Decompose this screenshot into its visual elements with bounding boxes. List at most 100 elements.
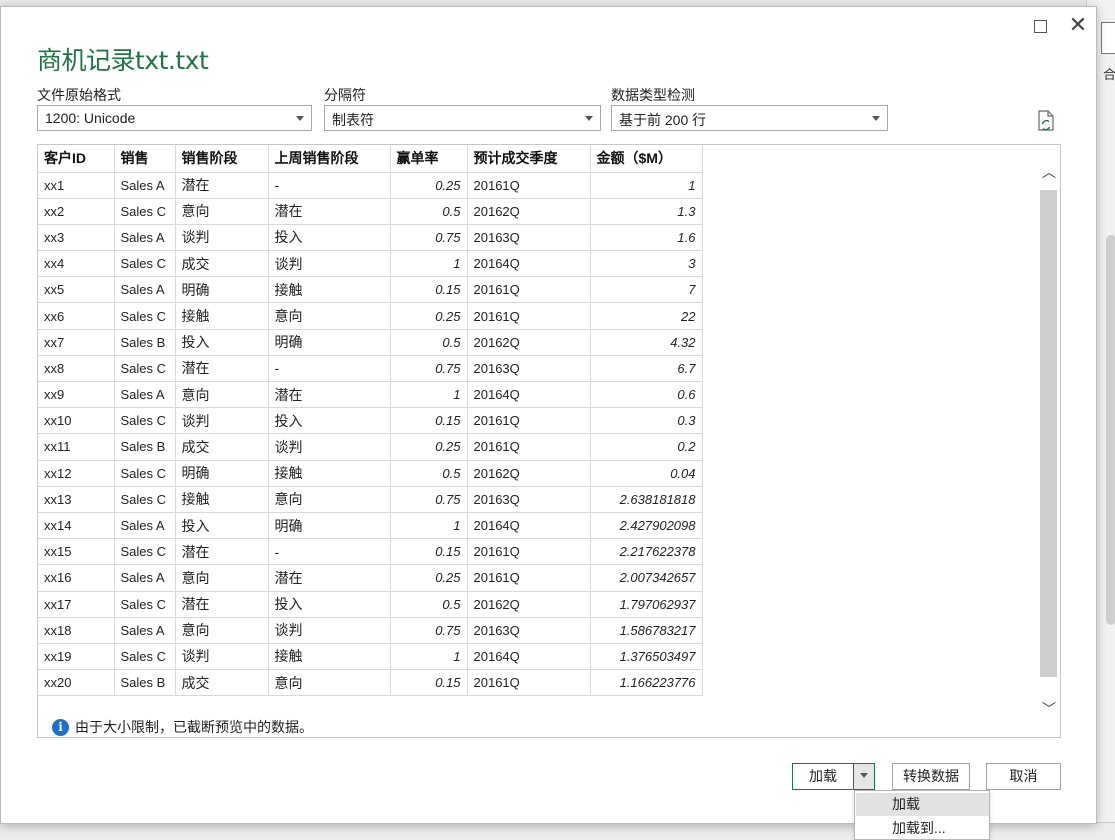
vertical-scrollbar[interactable]: ︿ ﹀ <box>1037 145 1060 737</box>
table-row: xx12 Sales C 明确 接触 0.5 20162Q 0.04 <box>38 460 703 487</box>
chevron-up-icon[interactable]: ︿ <box>1041 165 1057 181</box>
table-row: xx9 Sales A 意向 潜在 1 20164Q 0.6 <box>38 381 703 409</box>
stage-cell: 意向 <box>175 198 269 225</box>
table-row: xx2 Sales C 意向 潜在 0.5 20162Q 1.3 <box>38 198 703 225</box>
win-rate-cell: 0.5 <box>390 198 468 225</box>
quarter-cell: 20161Q <box>467 302 591 330</box>
stage-cell: 意向 <box>175 381 269 409</box>
customer-id-cell: xx17 <box>38 591 115 618</box>
type-detection-value: 基于前 200 行 <box>619 112 707 128</box>
table-row: xx13 Sales C 接触 意向 0.75 20163Q 2.638181818 <box>38 486 703 513</box>
refresh-file-icon[interactable] <box>1036 110 1056 132</box>
quarter-cell: 20162Q <box>467 591 591 618</box>
quarter-cell: 20161Q <box>467 433 591 461</box>
quarter-cell: 20164Q <box>467 250 591 278</box>
win-rate-cell: 1 <box>390 512 468 540</box>
sales-cell: Sales C <box>114 302 176 330</box>
scrollbar-thumb[interactable] <box>1040 190 1057 677</box>
file-origin-label: 文件原始格式 <box>37 87 121 103</box>
stage-cell: 意向 <box>175 564 269 592</box>
quarter-cell: 20164Q <box>467 512 591 540</box>
cancel-button[interactable]: 取消 <box>986 763 1061 790</box>
load-dropdown-button[interactable] <box>853 763 875 790</box>
table-row: xx7 Sales B 投入 明确 0.5 20162Q 4.32 <box>38 329 703 356</box>
type-detection-select[interactable]: 基于前 200 行 <box>611 105 888 131</box>
transform-data-button[interactable]: 转换数据 <box>892 763 970 790</box>
last-stage-cell: 谈判 <box>268 617 391 644</box>
table-row: xx5 Sales A 明确 接触 0.15 20161Q 7 <box>38 276 703 304</box>
sales-cell: Sales B <box>114 669 176 697</box>
amount-cell: 1.376503497 <box>590 643 703 671</box>
win-rate-cell: 0.75 <box>390 486 468 513</box>
preview-table: 客户ID 销售 销售阶段 上周销售阶段 赢单率 预计成交季度 金额（$M） xx… <box>38 145 703 697</box>
quarter-cell: 20161Q <box>467 407 591 435</box>
customer-id-cell: xx9 <box>38 381 115 409</box>
menu-item-load[interactable]: 加载 <box>856 793 989 816</box>
stage-cell: 成交 <box>175 250 269 278</box>
background-scrollbar <box>1106 235 1115 625</box>
win-rate-cell: 0.25 <box>390 172 468 199</box>
chevron-down-icon <box>296 116 304 121</box>
header-row: 客户ID 销售 销售阶段 上周销售阶段 赢单率 预计成交季度 金额（$M） <box>38 145 703 173</box>
last-stage-cell: 潜在 <box>268 564 391 592</box>
sales-cell: Sales A <box>114 381 176 409</box>
sales-cell: Sales B <box>114 433 176 461</box>
quarter-cell: 20161Q <box>467 538 591 566</box>
load-button[interactable]: 加载 <box>792 763 854 790</box>
sales-cell: Sales A <box>114 564 176 592</box>
last-stage-cell: - <box>268 172 391 199</box>
menu-item-load-to[interactable]: 加载到... <box>856 817 989 840</box>
win-rate-cell: 0.5 <box>390 329 468 356</box>
table-row: xx19 Sales C 谈判 接触 1 20164Q 1.376503497 <box>38 643 703 671</box>
customer-id-cell: xx7 <box>38 329 115 356</box>
win-rate-cell: 0.25 <box>390 564 468 592</box>
customer-id-cell: xx16 <box>38 564 115 592</box>
stage-cell: 谈判 <box>175 407 269 435</box>
column-header[interactable]: 赢单率 <box>390 145 468 173</box>
sales-cell: Sales A <box>114 224 176 252</box>
sales-cell: Sales C <box>114 486 176 513</box>
sales-cell: Sales C <box>114 538 176 566</box>
quarter-cell: 20163Q <box>467 617 591 644</box>
last-stage-cell: 谈判 <box>268 433 391 461</box>
sales-cell: Sales C <box>114 250 176 278</box>
column-header[interactable]: 销售 <box>114 145 176 173</box>
amount-cell: 22 <box>590 302 703 330</box>
win-rate-cell: 0.25 <box>390 302 468 330</box>
quarter-cell: 20163Q <box>467 486 591 513</box>
last-stage-cell: 投入 <box>268 407 391 435</box>
win-rate-cell: 0.75 <box>390 617 468 644</box>
amount-cell: 1.166223776 <box>590 669 703 697</box>
win-rate-cell: 0.15 <box>390 669 468 697</box>
last-stage-cell: 潜在 <box>268 381 391 409</box>
last-stage-cell: 接触 <box>268 643 391 671</box>
column-header[interactable]: 销售阶段 <box>175 145 269 173</box>
win-rate-cell: 1 <box>390 381 468 409</box>
stage-cell: 潜在 <box>175 538 269 566</box>
close-icon[interactable]: ✕ <box>1065 15 1091 39</box>
sales-cell: Sales C <box>114 591 176 618</box>
file-origin-select[interactable]: 1200: Unicode <box>37 105 312 131</box>
column-header[interactable]: 客户ID <box>38 145 115 173</box>
stage-cell: 潜在 <box>175 355 269 383</box>
stage-cell: 接触 <box>175 486 269 513</box>
amount-cell: 3 <box>590 250 703 278</box>
customer-id-cell: xx14 <box>38 512 115 540</box>
column-header[interactable]: 金额（$M） <box>590 145 703 173</box>
column-header[interactable]: 预计成交季度 <box>467 145 591 173</box>
stage-cell: 接触 <box>175 302 269 330</box>
customer-id-cell: xx6 <box>38 302 115 330</box>
stage-cell: 投入 <box>175 329 269 356</box>
win-rate-cell: 0.15 <box>390 538 468 566</box>
maximize-icon[interactable] <box>1027 15 1053 39</box>
column-header[interactable]: 上周销售阶段 <box>268 145 391 173</box>
delimiter-select[interactable]: 制表符 <box>324 105 601 131</box>
win-rate-cell: 0.15 <box>390 276 468 304</box>
table-row: xx17 Sales C 潜在 投入 0.5 20162Q 1.797062937 <box>38 591 703 618</box>
amount-cell: 2.217622378 <box>590 538 703 566</box>
chevron-down-icon <box>585 116 593 121</box>
amount-cell: 2.638181818 <box>590 486 703 513</box>
table-row: xx10 Sales C 谈判 投入 0.15 20161Q 0.3 <box>38 407 703 435</box>
quarter-cell: 20162Q <box>467 460 591 487</box>
chevron-down-icon[interactable]: ﹀ <box>1041 702 1057 718</box>
